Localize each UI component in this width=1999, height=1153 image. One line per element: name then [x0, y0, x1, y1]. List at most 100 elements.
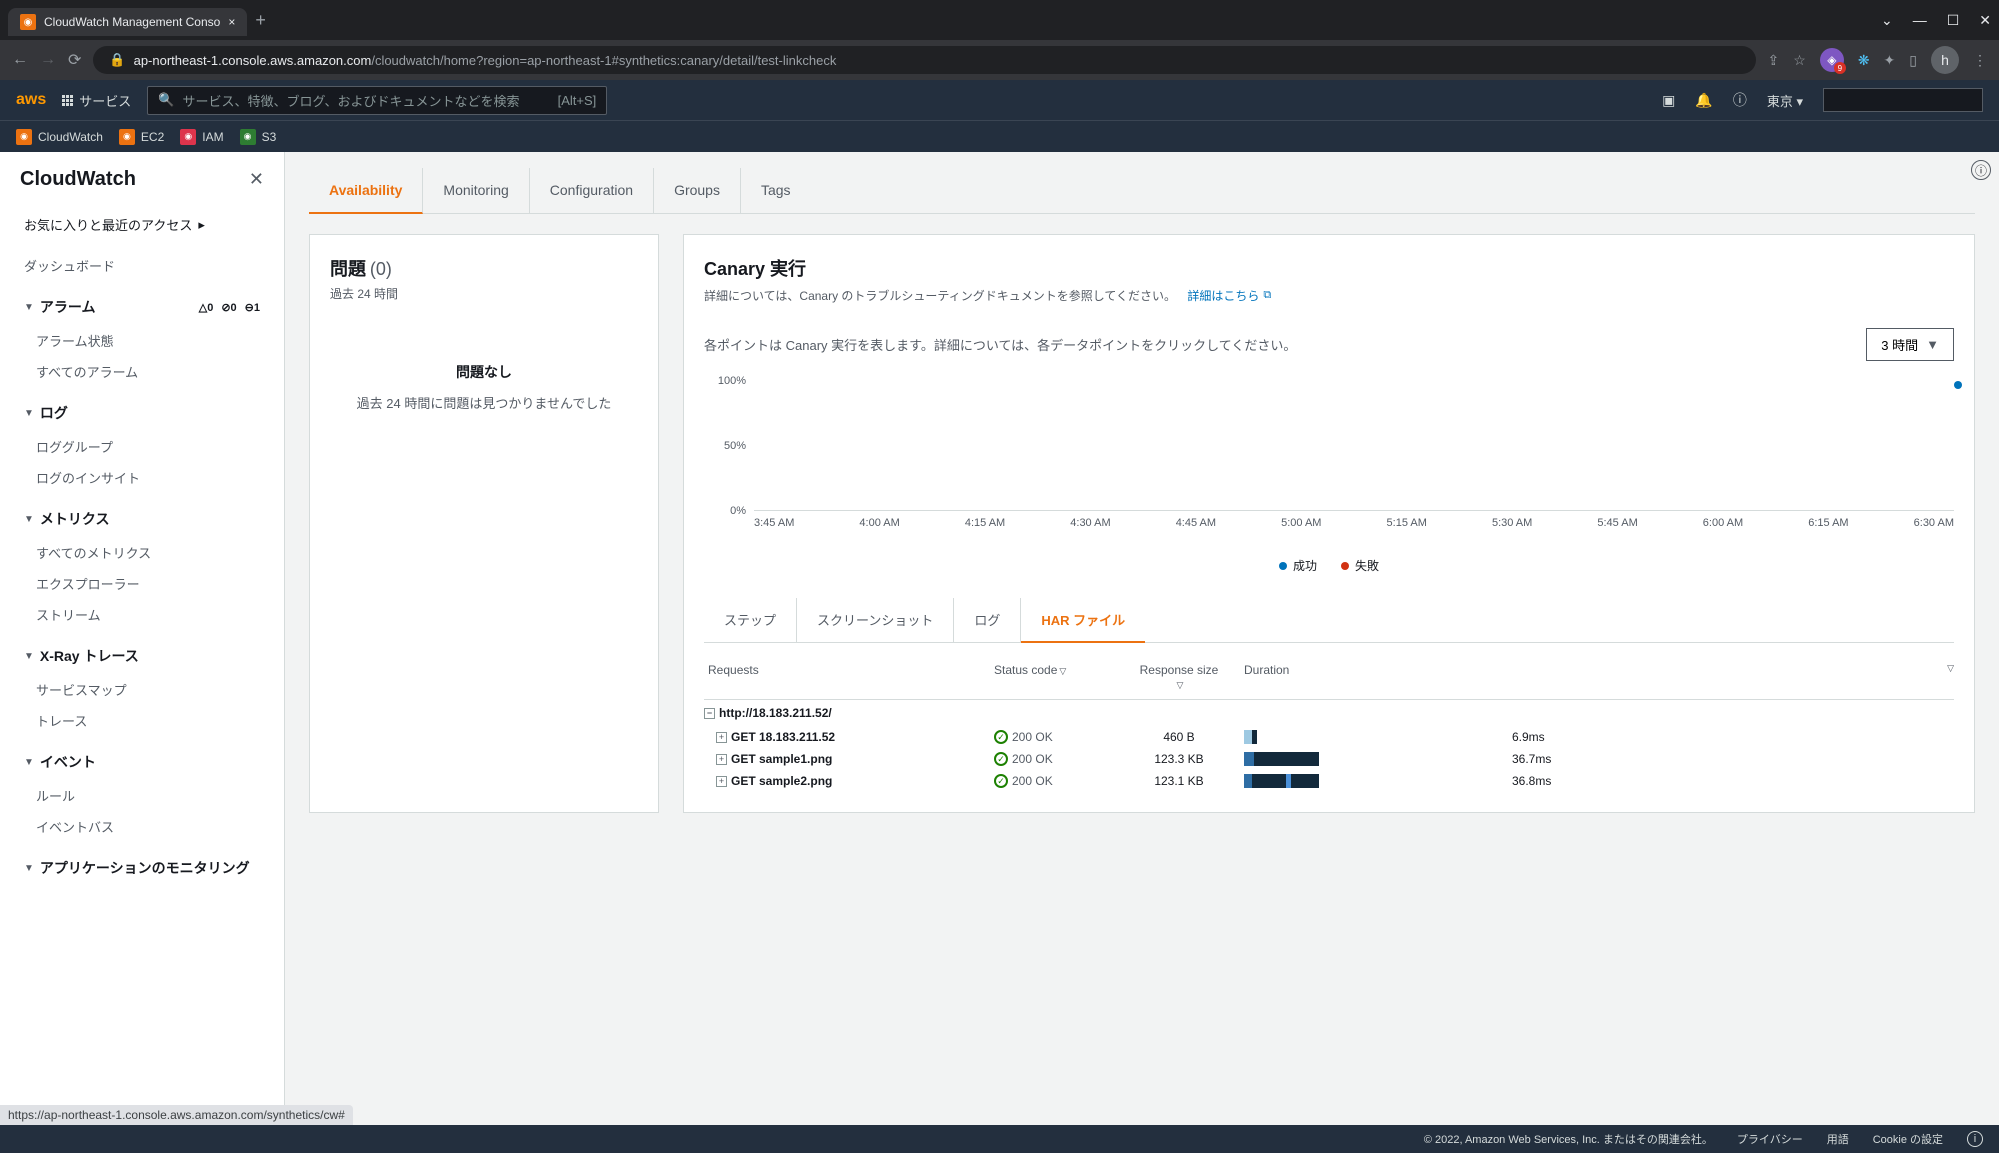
sidebar-section-alarm[interactable]: ▼アラーム△0⊘0⊖1 — [12, 289, 272, 325]
data-point[interactable] — [1954, 381, 1962, 389]
sidebar-item[interactable]: すべてのメトリクス — [12, 537, 272, 568]
tab-monitoring[interactable]: Monitoring — [423, 168, 529, 213]
sidebar-section-metrics[interactable]: ▼メトリクス — [12, 501, 272, 537]
forward-button[interactable]: → — [40, 51, 56, 69]
browser-tab-bar: ◉ CloudWatch Management Conso × + ⌄ ― ☐ … — [0, 0, 1999, 40]
bookmark-icon[interactable]: ☆ — [1793, 52, 1806, 69]
sub-tab[interactable]: スクリーンショット — [797, 598, 954, 642]
sub-tab[interactable]: HAR ファイル — [1021, 598, 1145, 643]
sidebar-section-log[interactable]: ▼ログ — [12, 395, 272, 431]
col-status[interactable]: Status code▽ — [994, 663, 1114, 691]
service-icon: ◉ — [180, 129, 196, 145]
sub-tab[interactable]: ステップ — [704, 598, 797, 642]
sidebar-item[interactable]: サービスマップ — [12, 674, 272, 705]
sidebar-dashboard[interactable]: ダッシュボード — [12, 250, 272, 281]
har-table: Requests Status code▽ Response size▽ Dur… — [704, 655, 1954, 792]
col-size[interactable]: Response size▽ — [1114, 663, 1244, 691]
main-tabs: AvailabilityMonitoringConfigurationGroup… — [309, 168, 1975, 214]
maximize-icon[interactable]: ☐ — [1947, 12, 1960, 29]
sidebar-favorites-link[interactable]: お気に入りと最近のアクセス ▸ — [12, 207, 272, 242]
legend-item[interactable]: 失敗 — [1341, 557, 1379, 574]
sidebar-item[interactable]: ルール — [12, 780, 272, 811]
expand-icon[interactable]: + — [716, 732, 727, 743]
footer-info-icon[interactable]: i — [1967, 1131, 1983, 1147]
share-icon[interactable]: ⇪ — [1768, 52, 1780, 69]
tab-groups[interactable]: Groups — [654, 168, 741, 213]
external-link-icon: ⧉ — [1263, 289, 1271, 302]
cloudshell-icon[interactable]: ▣ — [1662, 92, 1675, 109]
col-duration[interactable]: Duration▽ — [1244, 663, 1954, 691]
avatar[interactable]: h — [1931, 46, 1959, 74]
col-requests[interactable]: Requests — [704, 663, 994, 691]
lock-icon: 🔒 — [109, 52, 125, 68]
favorite-ec2[interactable]: ◉EC2 — [119, 129, 164, 145]
x-tick: 4:15 AM — [965, 517, 1005, 529]
caret-icon: ▼ — [24, 514, 34, 525]
account-menu[interactable] — [1823, 88, 1983, 112]
chevron-down-icon[interactable]: ⌄ — [1881, 12, 1893, 29]
alarm-badge-c: ⊖1 — [245, 301, 260, 314]
favorite-iam[interactable]: ◉IAM — [180, 129, 223, 145]
tab-availability[interactable]: Availability — [309, 168, 423, 214]
info-icon[interactable]: ⓘ — [1971, 160, 1991, 180]
services-menu[interactable]: サービス — [62, 91, 131, 110]
close-icon[interactable]: × — [228, 15, 235, 29]
notifications-icon[interactable]: 🔔 — [1695, 92, 1712, 109]
panel-icon[interactable]: ▯ — [1909, 52, 1917, 69]
expand-icon[interactable]: + — [716, 754, 727, 765]
sidebar-item[interactable]: ログのインサイト — [12, 462, 272, 493]
reload-button[interactable]: ⟳ — [68, 50, 81, 70]
har-group[interactable]: − http://18.183.211.52/ — [704, 700, 1954, 726]
x-tick: 4:00 AM — [859, 517, 899, 529]
x-tick: 6:15 AM — [1808, 517, 1848, 529]
extension-icon[interactable]: ◈9 — [1820, 48, 1844, 72]
har-row[interactable]: +GET sample2.png ✓200 OK 123.1 KB 36.8ms — [704, 770, 1954, 792]
footer-cookies[interactable]: Cookie の設定 — [1873, 1131, 1943, 1147]
no-issues-title: 問題なし — [330, 362, 638, 382]
sidebar-item[interactable]: すべてのアラーム — [12, 356, 272, 387]
browser-tab[interactable]: ◉ CloudWatch Management Conso × — [8, 8, 247, 36]
new-tab-button[interactable]: + — [255, 10, 266, 31]
legend-dot-icon — [1341, 562, 1349, 570]
sidebar-item[interactable]: エクスプローラー — [12, 568, 272, 599]
help-icon[interactable]: ⓘ — [1733, 90, 1747, 110]
favorite-s3[interactable]: ◉S3 — [240, 129, 277, 145]
sidebar-item[interactable]: イベントバス — [12, 811, 272, 842]
sidebar-section-events[interactable]: ▼イベント — [12, 744, 272, 780]
canary-chart[interactable]: 100%50%0% 3:45 AM4:00 AM4:15 AM4:30 AM4:… — [704, 381, 1954, 541]
tab-configuration[interactable]: Configuration — [530, 168, 654, 213]
footer-terms[interactable]: 用語 — [1827, 1131, 1849, 1147]
extension2-icon[interactable]: ❋ — [1858, 52, 1870, 69]
sidebar-item[interactable]: ロググループ — [12, 431, 272, 462]
sidebar-section-appmon[interactable]: ▼アプリケーションのモニタリング — [12, 850, 272, 886]
extensions-icon[interactable]: ✦ — [1884, 52, 1896, 69]
close-window-icon[interactable]: ✕ — [1979, 12, 1991, 29]
minimize-icon[interactable]: ― — [1913, 12, 1927, 29]
har-row[interactable]: +GET sample1.png ✓200 OK 123.3 KB 36.7ms — [704, 748, 1954, 770]
sidebar-item[interactable]: ストリーム — [12, 599, 272, 630]
sidebar-item[interactable]: トレース — [12, 705, 272, 736]
region-selector[interactable]: 東京 ▾ — [1767, 91, 1803, 110]
caret-icon: ▼ — [24, 863, 34, 874]
menu-icon[interactable]: ⋮ — [1973, 52, 1987, 69]
sidebar-title: CloudWatch — [20, 168, 136, 191]
url-bar[interactable]: 🔒 ap-northeast-1.console.aws.amazon.com/… — [93, 46, 1755, 74]
back-button[interactable]: ← — [12, 51, 28, 69]
expand-icon[interactable]: + — [716, 776, 727, 787]
collapse-icon[interactable]: − — [704, 708, 715, 719]
footer-privacy[interactable]: プライバシー — [1737, 1131, 1803, 1147]
alarm-badge-a: △0 — [199, 301, 214, 314]
sub-tab[interactable]: ログ — [954, 598, 1021, 642]
legend-item[interactable]: 成功 — [1279, 557, 1317, 574]
sidebar-section-xray[interactable]: ▼X-Ray トレース — [12, 638, 272, 674]
sidebar-item[interactable]: アラーム状態 — [12, 325, 272, 356]
sidebar-close-icon[interactable]: ✕ — [249, 169, 264, 190]
search-input[interactable]: 🔍 サービス、特徴、ブログ、およびドキュメントなどを検索 [Alt+S] — [147, 86, 607, 115]
time-range-selector[interactable]: 3 時間 ▼ — [1866, 328, 1954, 361]
aws-logo[interactable]: aws — [16, 91, 46, 109]
har-row[interactable]: +GET 18.183.211.52 ✓200 OK 460 B 6.9ms — [704, 726, 1954, 748]
y-tick: 100% — [718, 375, 746, 387]
tab-tags[interactable]: Tags — [741, 168, 811, 213]
details-link[interactable]: 詳細はこちら ⧉ — [1187, 287, 1271, 304]
favorite-cloudwatch[interactable]: ◉CloudWatch — [16, 129, 103, 145]
